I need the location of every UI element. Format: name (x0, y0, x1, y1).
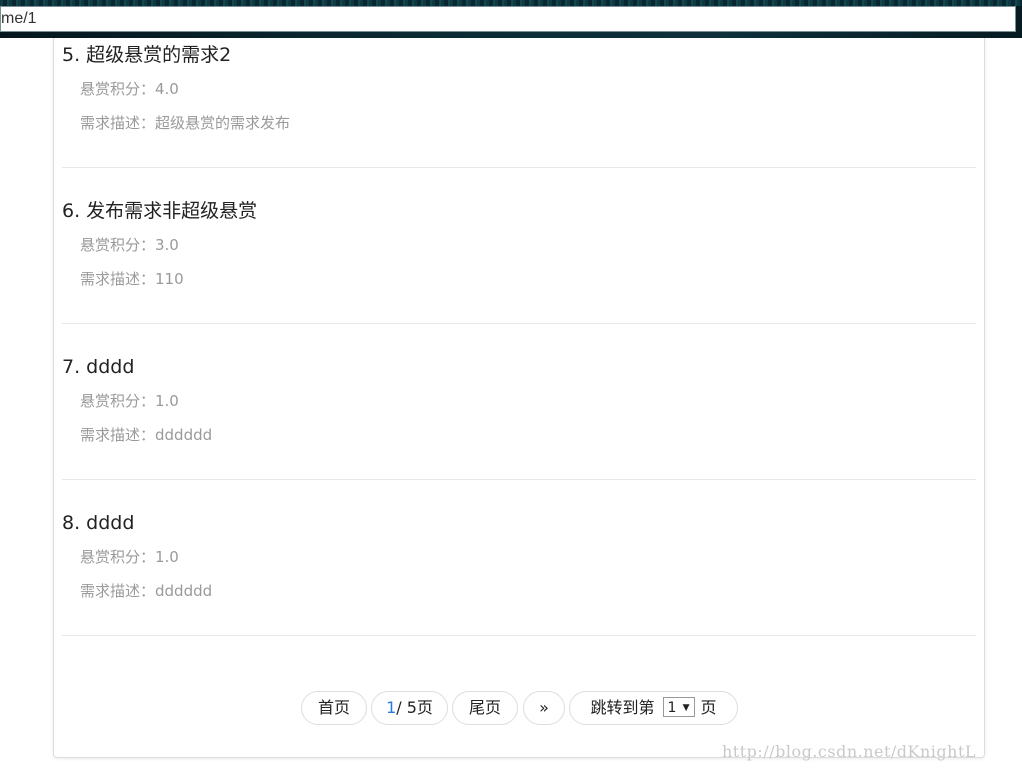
demand-title[interactable]: 8. dddd (62, 510, 976, 536)
total-pages: / 5页 (396, 698, 433, 717)
reward-points: 悬赏积分：3.0 (80, 236, 179, 254)
demand-description: 需求描述：超级悬赏的需求发布 (80, 114, 291, 132)
divider (62, 635, 976, 636)
address-bar-url: me/1 (1, 10, 37, 27)
reward-points: 悬赏积分：1.0 (80, 548, 179, 566)
browser-chrome: me/1 (0, 0, 1022, 38)
dropdown-arrow-icon: ▼ (682, 702, 690, 713)
demand-description: 需求描述：dddddd (80, 582, 213, 600)
next-page-button[interactable]: » (523, 691, 565, 725)
demand-title[interactable]: 5. 超级悬赏的需求2 (62, 42, 976, 68)
jump-to-page: 跳转到第 1 ▼ 页 (569, 691, 738, 725)
jump-suffix-label: 页 (700, 698, 717, 717)
divider (62, 323, 976, 324)
address-bar[interactable]: me/1 (0, 6, 1016, 32)
reward-points: 悬赏积分：4.0 (80, 80, 179, 98)
last-page-button[interactable]: 尾页 (452, 691, 518, 725)
demand-list-panel (53, 38, 985, 758)
jump-prefix-label: 跳转到第 (590, 698, 655, 717)
demand-title[interactable]: 7. dddd (62, 354, 976, 380)
demand-description: 需求描述：dddddd (80, 426, 213, 444)
demand-title[interactable]: 6. 发布需求非超级悬赏 (62, 198, 976, 224)
divider (62, 479, 976, 480)
current-page-number: 1 (386, 698, 397, 717)
list-item[interactable]: 8. dddd 悬赏积分：1.0 需求描述：dddddd (62, 510, 976, 600)
list-item[interactable]: 7. dddd 悬赏积分：1.0 需求描述：dddddd (62, 354, 976, 444)
list-item[interactable]: 6. 发布需求非超级悬赏 悬赏积分：3.0 需求描述：110 (62, 198, 976, 288)
page-select[interactable]: 1 ▼ (662, 696, 695, 717)
reward-points: 悬赏积分：1.0 (80, 392, 179, 410)
watermark: http://blog.csdn.net/dKnightL (722, 742, 977, 761)
list-item[interactable]: 5. 超级悬赏的需求2 悬赏积分：4.0 需求描述：超级悬赏的需求发布 (62, 42, 976, 132)
first-page-button[interactable]: 首页 (301, 691, 367, 725)
page-select-value: 1 (667, 699, 677, 716)
demand-description: 需求描述：110 (80, 270, 184, 288)
page-indicator: 1/ 5页 (371, 691, 448, 725)
divider (62, 167, 976, 168)
